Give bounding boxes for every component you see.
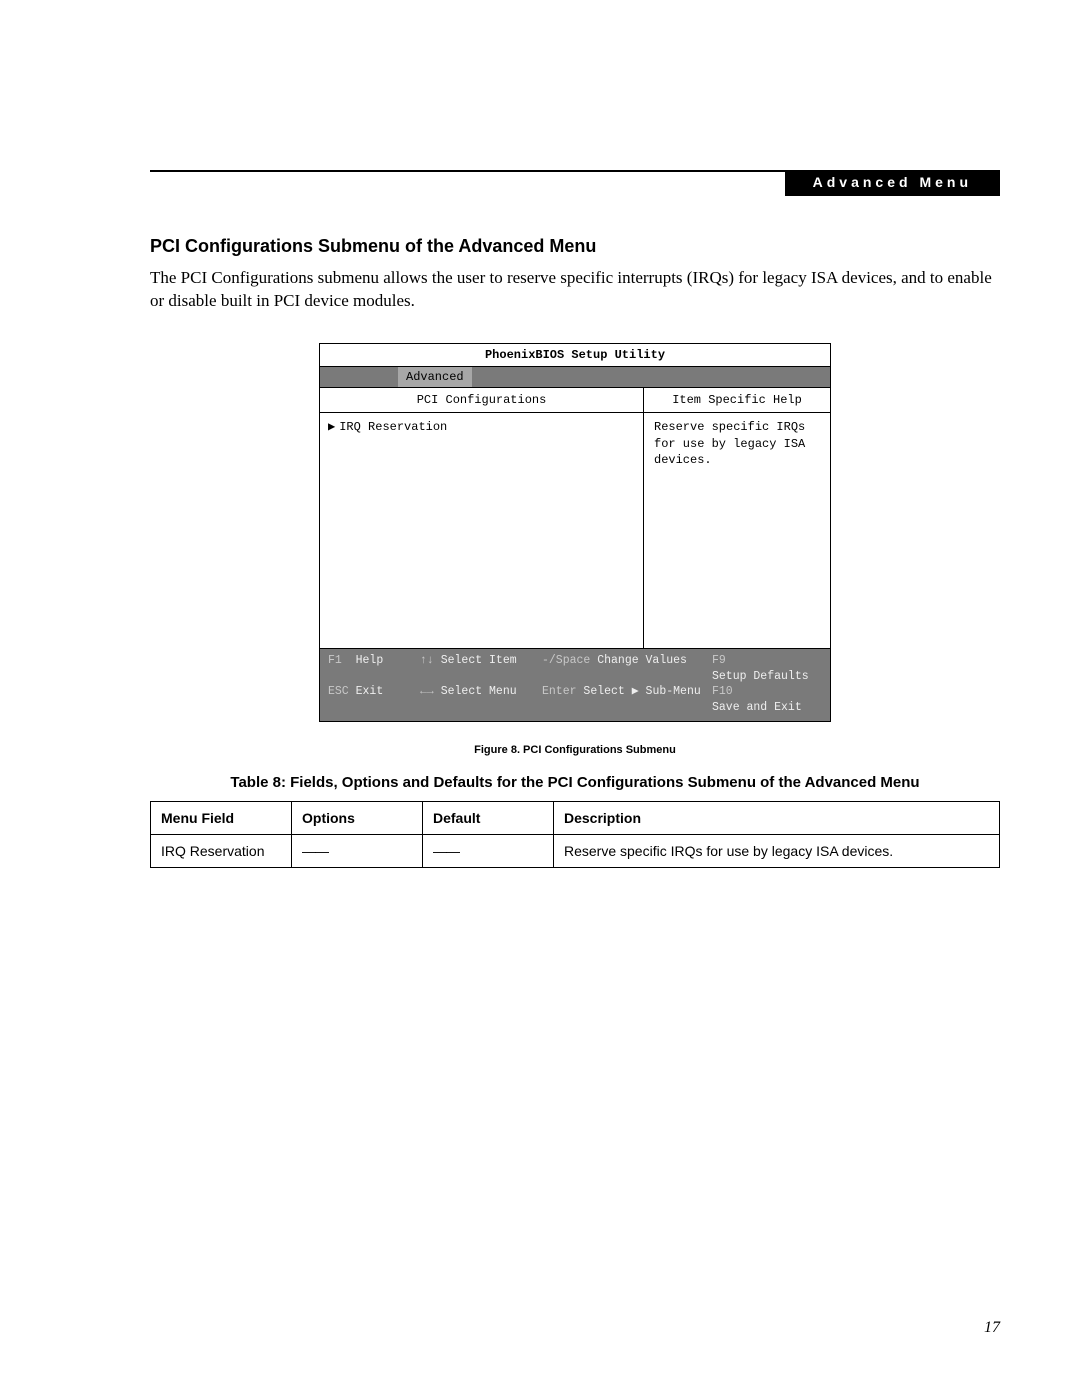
bios-title: PhoenixBIOS Setup Utility bbox=[320, 344, 830, 367]
th-description: Description bbox=[554, 802, 1000, 835]
foot-key-f10: F10 bbox=[712, 684, 733, 700]
th-options: Options bbox=[292, 802, 423, 835]
bios-tab-bar: Advanced bbox=[320, 367, 830, 388]
foot-val-exit: Exit bbox=[356, 684, 384, 700]
bios-right-header: Item Specific Help bbox=[644, 388, 830, 413]
bios-screenshot: PhoenixBIOS Setup Utility Advanced PCI C… bbox=[319, 343, 831, 722]
foot-key-esc: ESC bbox=[328, 684, 349, 700]
foot-val-selectitem: Select Item bbox=[441, 653, 517, 669]
td-menu-field: IRQ Reservation bbox=[151, 835, 292, 868]
foot-val-changevalues: Change Values bbox=[597, 653, 687, 669]
bios-footer: F1 Help ↑↓ Select Item -/Space Change Va… bbox=[320, 648, 830, 721]
figure-caption: Figure 8. PCI Configurations Submenu bbox=[150, 744, 1000, 756]
td-options: —— bbox=[292, 835, 423, 868]
section-paragraph: The PCI Configurations submenu allows th… bbox=[150, 267, 1000, 313]
bios-menu-item-irq[interactable]: ▶ IRQ Reservation bbox=[328, 419, 635, 435]
td-description: Reserve specific IRQs for use by legacy … bbox=[554, 835, 1000, 868]
th-default: Default bbox=[423, 802, 554, 835]
fields-table: Menu Field Options Default Description I… bbox=[150, 801, 1000, 868]
foot-val-setupdefaults: Setup Defaults bbox=[712, 669, 809, 685]
td-default: —— bbox=[423, 835, 554, 868]
bios-left-header: PCI Configurations bbox=[320, 388, 643, 413]
foot-key-arrows-ud: ↑↓ bbox=[420, 653, 434, 669]
triangle-right-icon: ▶ bbox=[328, 419, 335, 435]
bios-help-text: Reserve specific IRQs for use by legacy … bbox=[644, 413, 830, 648]
table-title: Table 8: Fields, Options and Defaults fo… bbox=[150, 774, 1000, 791]
foot-key-f1: F1 bbox=[328, 653, 342, 669]
table-row: IRQ Reservation —— —— Reserve specific I… bbox=[151, 835, 1000, 868]
bios-menu-item-label: IRQ Reservation bbox=[339, 420, 447, 434]
foot-key-enter: Enter bbox=[542, 684, 577, 700]
foot-val-selectmenu: Select Menu bbox=[441, 684, 517, 700]
foot-key-arrows-lr: ←→ bbox=[420, 684, 434, 700]
bios-tab-advanced[interactable]: Advanced bbox=[398, 367, 472, 387]
th-menu-field: Menu Field bbox=[151, 802, 292, 835]
foot-val-saveexit: Save and Exit bbox=[712, 700, 802, 716]
foot-val-selectsubmenu: Select ▶ Sub-Menu bbox=[583, 684, 700, 700]
foot-key-f9: F9 bbox=[712, 653, 726, 669]
table-header-row: Menu Field Options Default Description bbox=[151, 802, 1000, 835]
section-title: PCI Configurations Submenu of the Advanc… bbox=[150, 236, 1000, 257]
foot-key-space: -/Space bbox=[542, 653, 590, 669]
running-header-chip: Advanced Menu bbox=[785, 170, 1000, 196]
page-number: 17 bbox=[984, 1319, 1000, 1337]
foot-val-help: Help bbox=[356, 653, 384, 669]
